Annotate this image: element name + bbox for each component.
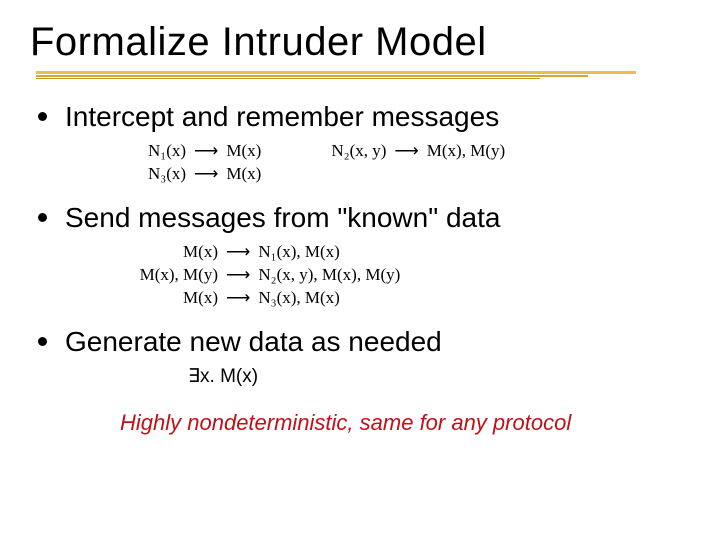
rule-lhs: N₃(x) bbox=[148, 163, 186, 186]
rules-block-1: N₁(x) ⟶ M(x) N₂(x, y) ⟶ M(x), M(y) N₃(x)… bbox=[148, 140, 690, 186]
rule-lhs: M(x) bbox=[108, 241, 218, 264]
rules-block-2: M(x) ⟶ N₁(x), M(x) M(x), M(y) ⟶ N₂(x, y)… bbox=[108, 241, 690, 310]
bullet-1-text: Intercept and remember messages bbox=[65, 99, 499, 134]
rule-rhs: N₁(x), M(x) bbox=[258, 241, 339, 264]
rule-rhs: M(x), M(y) bbox=[427, 140, 505, 163]
bullet-2-text: Send messages from "known" data bbox=[65, 200, 500, 235]
rule-lhs: N₂(x, y) bbox=[331, 140, 386, 163]
arrow-icon: ⟶ bbox=[186, 163, 226, 186]
rule-rhs: N₃(x), M(x) bbox=[258, 287, 339, 310]
exists-rule: ∃x. M(x) bbox=[188, 365, 690, 388]
bullet-dot-icon bbox=[38, 337, 47, 346]
rule-rhs: M(x) bbox=[226, 163, 261, 186]
slide-title: Formalize Intruder Model bbox=[30, 20, 690, 65]
bullet-2: Send messages from "known" data bbox=[38, 200, 690, 235]
slide: Formalize Intruder Model Intercept and r… bbox=[0, 0, 720, 540]
title-underline bbox=[36, 71, 636, 81]
arrow-icon: ⟶ bbox=[218, 264, 258, 287]
arrow-icon: ⟶ bbox=[386, 140, 426, 163]
bullet-dot-icon bbox=[38, 112, 47, 121]
bullet-1: Intercept and remember messages bbox=[38, 99, 690, 134]
rule-rhs: M(x) bbox=[226, 140, 261, 163]
bullet-list: Intercept and remember messages N₁(x) ⟶ … bbox=[38, 99, 690, 388]
bullet-dot-icon bbox=[38, 213, 47, 222]
bullet-3: Generate new data as needed bbox=[38, 324, 690, 359]
arrow-icon: ⟶ bbox=[218, 241, 258, 264]
rule-lhs: N₁(x) bbox=[148, 140, 186, 163]
bullet-3-text: Generate new data as needed bbox=[65, 324, 442, 359]
arrow-icon: ⟶ bbox=[186, 140, 226, 163]
arrow-icon: ⟶ bbox=[218, 287, 258, 310]
rule-rhs: N₂(x, y), M(x), M(y) bbox=[258, 264, 400, 287]
footer-note: Highly nondeterministic, same for any pr… bbox=[120, 410, 690, 436]
rule-lhs: M(x), M(y) bbox=[108, 264, 218, 287]
rule-lhs: M(x) bbox=[108, 287, 218, 310]
